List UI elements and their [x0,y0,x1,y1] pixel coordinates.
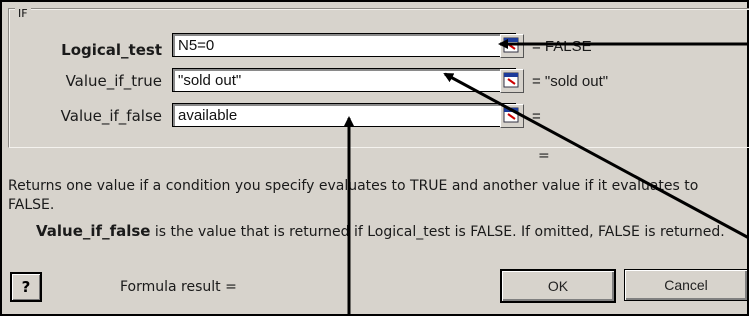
callout-arrows [344,39,749,316]
arrow-to-value-if-true [443,72,749,240]
